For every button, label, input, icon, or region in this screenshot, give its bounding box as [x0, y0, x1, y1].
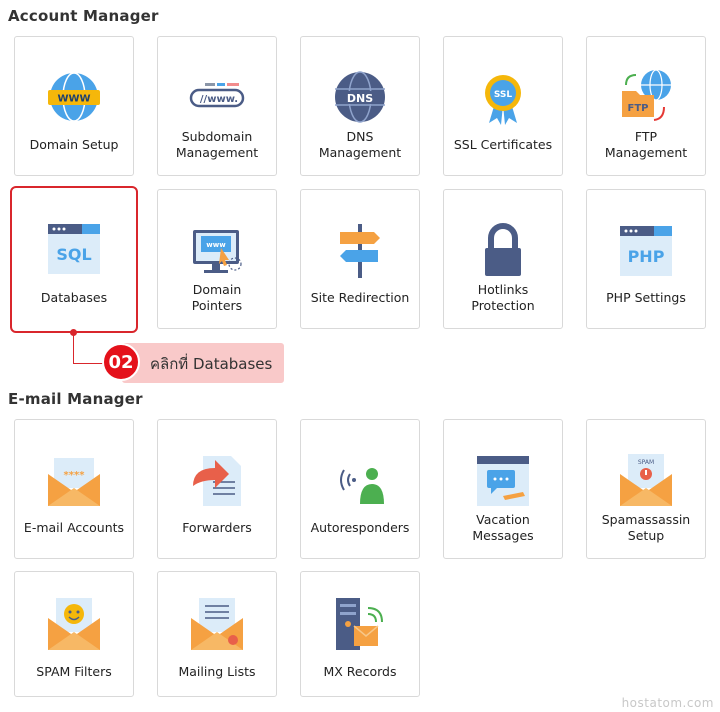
tile-ssl-certificates[interactable]: SSL SSL Certificates [443, 36, 563, 176]
mx-server-icon [336, 598, 383, 650]
tile-label: Spamassassin Setup [601, 512, 691, 543]
tile-php-settings[interactable]: PHP PHP Settings [586, 189, 706, 329]
tile-label: FTP Management [604, 129, 688, 160]
svg-text:FTP: FTP [628, 103, 649, 114]
svg-text:WWW: WWW [57, 94, 90, 105]
tile-databases[interactable]: SQL Databases [10, 186, 138, 333]
svg-text:SQL: SQL [56, 245, 91, 264]
sql-database-icon: SQL [48, 224, 100, 274]
callout-connector [73, 363, 103, 364]
svg-text:****: **** [64, 470, 86, 481]
mailing-list-envelope-icon [191, 598, 243, 650]
tile-email-accounts[interactable]: **** E-mail Accounts [14, 419, 134, 559]
php-window-icon: PHP [620, 226, 672, 276]
autoresponder-person-icon [340, 468, 384, 504]
email-manager-title: E-mail Manager [8, 390, 143, 408]
tile-site-redirection[interactable]: Site Redirection [300, 189, 420, 329]
tile-label: E-mail Accounts [23, 520, 125, 535]
tile-label: MX Records [323, 664, 397, 679]
tile-dns-management[interactable]: DNS DNS Management [300, 36, 420, 176]
forward-document-icon [193, 456, 241, 506]
tile-subdomain-management[interactable]: //www. Subdomain Management [157, 36, 277, 176]
ssl-badge-icon: SSL [485, 75, 521, 125]
svg-text:SSL: SSL [494, 90, 513, 100]
watermark: hostatom.com [621, 696, 714, 710]
tile-forwarders[interactable]: Forwarders [157, 419, 277, 559]
ftp-folder-icon: FTP [622, 69, 671, 121]
tile-label: Vacation Messages [472, 512, 534, 543]
tile-label: Databases [40, 290, 108, 305]
tile-label: Mailing Lists [178, 664, 256, 679]
vacation-chat-icon [477, 456, 529, 506]
tile-vacation-messages[interactable]: Vacation Messages [443, 419, 563, 559]
tile-hotlinks-protection[interactable]: Hotlinks Protection [443, 189, 563, 329]
tile-label: SSL Certificates [453, 137, 553, 152]
tile-label: Site Redirection [310, 290, 410, 305]
svg-text:www: www [206, 241, 226, 249]
spam-envelope-icon: SPAM [620, 454, 672, 506]
tile-label: PHP Settings [606, 290, 686, 305]
svg-text://www.: //www. [200, 94, 238, 105]
svg-text:PHP: PHP [628, 247, 665, 266]
signpost-icon [340, 224, 380, 278]
www-globe-icon: WWW [48, 72, 100, 122]
tile-label: Hotlinks Protection [471, 282, 535, 313]
tile-mailing-lists[interactable]: Mailing Lists [157, 571, 277, 697]
tile-domain-pointers[interactable]: www Domain Pointers [157, 189, 277, 329]
tile-label: SPAM Filters [36, 664, 112, 679]
svg-text:SPAM: SPAM [638, 459, 654, 466]
tile-label: Autoresponders [310, 520, 410, 535]
tile-label: Subdomain Management [175, 129, 259, 160]
smiley-envelope-icon [48, 598, 100, 650]
tile-autoresponders[interactable]: Autoresponders [300, 419, 420, 559]
tile-label: Domain Pointers [191, 282, 243, 313]
tile-spamassassin-setup[interactable]: SPAM Spamassassin Setup [586, 419, 706, 559]
account-manager-title: Account Manager [8, 7, 159, 25]
tile-label: DNS Management [318, 129, 402, 160]
callout-line [73, 333, 74, 363]
callout-text: คลิกที่ Databases [150, 355, 273, 373]
email-password-icon: **** [48, 458, 100, 506]
tile-mx-records[interactable]: MX Records [300, 571, 420, 697]
dns-globe-icon: DNS [335, 71, 385, 123]
step-badge: 02 [102, 343, 140, 381]
tile-label: Forwarders [182, 520, 252, 535]
tile-spam-filters[interactable]: SPAM Filters [14, 571, 134, 697]
tile-domain-setup[interactable]: WWW Domain Setup [14, 36, 134, 176]
tile-ftp-management[interactable]: FTP FTP Management [586, 36, 706, 176]
domain-pointer-icon: www [193, 230, 242, 273]
subdomain-www-icon: //www. [189, 83, 245, 108]
svg-text:DNS: DNS [347, 92, 373, 105]
padlock-icon [485, 223, 521, 276]
tile-label: Domain Setup [29, 137, 119, 152]
